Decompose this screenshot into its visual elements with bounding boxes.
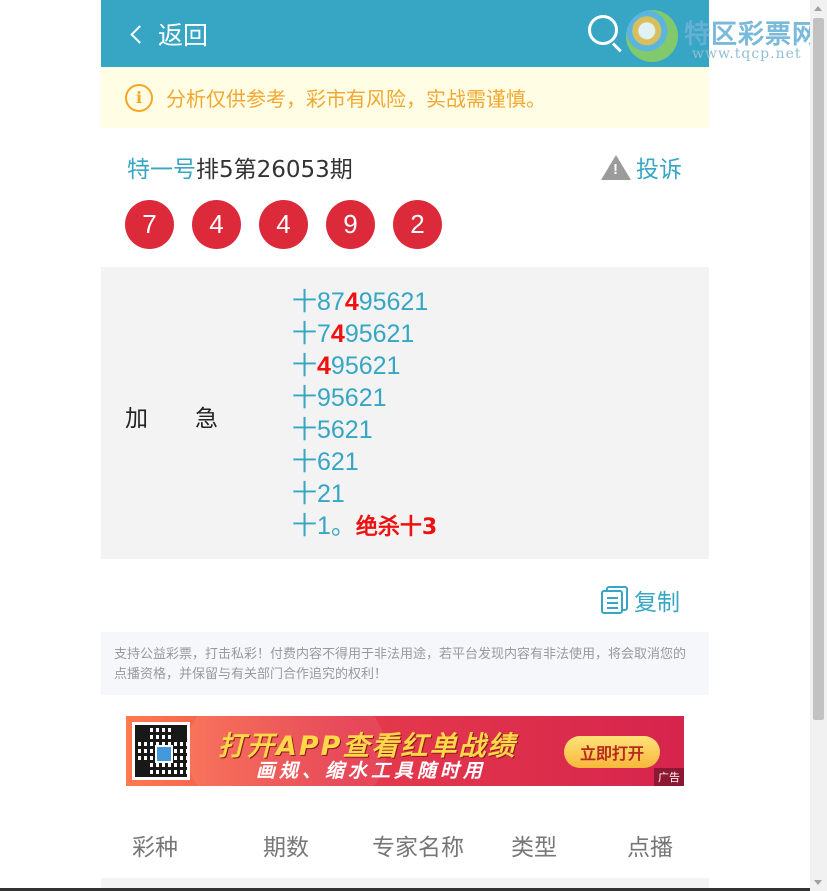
scroll-up-icon[interactable] (814, 6, 822, 11)
table-header: 彩种 期数 专家名称 类型 点播 (101, 816, 709, 872)
copy-button[interactable]: 复制 (601, 583, 680, 617)
plan-line: 十95621 (292, 384, 387, 412)
table-header-cell: 类型 (511, 835, 557, 861)
draw-result-balls: 7 4 4 9 2 (101, 198, 709, 267)
table-header-cell: 期数 (263, 835, 309, 861)
warning-icon (601, 154, 631, 180)
plan-line: 十495621 (292, 352, 401, 380)
copy-label: 复制 (634, 590, 680, 616)
info-icon: i (125, 83, 153, 112)
result-ball: 4 (259, 200, 308, 249)
result-ball: 2 (393, 200, 442, 249)
app-ad-banner[interactable]: 打开APP查看红单战绩 画规、缩水工具随时用 立即打开 广告 (126, 716, 684, 786)
page: 返回 i 分析仅供参考，彩市有风险，实战需谨慎。 特一号排5第26053期 投诉… (0, 0, 827, 891)
result-ball: 7 (125, 200, 174, 249)
search-button[interactable] (588, 15, 624, 53)
issue-title-row: 特一号排5第26053期 投诉 (101, 128, 709, 198)
table-header-cell: 专家名称 (372, 835, 464, 861)
plan-line: 十7495621 (292, 320, 415, 348)
disclaimer-text: 支持公益彩票，打击私彩！付费内容不得用于非法用途，若平台发现内容有非法使用，将会… (101, 632, 709, 695)
back-button[interactable]: 返回 (129, 17, 208, 51)
ad-open-button[interactable]: 立即打开 (564, 736, 660, 768)
table-header-cell: 点播 (627, 835, 673, 861)
scrollbar[interactable] (810, 0, 827, 891)
plan-line: 十621 (292, 448, 359, 476)
result-ball: 4 (192, 200, 241, 249)
qr-code-icon (132, 722, 190, 780)
content-column: 返回 i 分析仅供参考，彩市有风险，实战需谨慎。 特一号排5第26053期 投诉… (101, 0, 709, 891)
chevron-left-icon (130, 24, 149, 44)
table-header-cell: 彩种 (132, 835, 178, 861)
top-bar: 返回 (101, 0, 709, 67)
complain-label: 投诉 (636, 157, 682, 183)
ad-tag: 广告 (654, 768, 684, 786)
result-ball: 9 (326, 200, 375, 249)
risk-notice: i 分析仅供参考，彩市有风险，实战需谨慎。 (101, 67, 709, 128)
search-icon (588, 15, 618, 45)
copy-row: 复制 (101, 559, 709, 632)
complain-button[interactable]: 投诉 (601, 150, 682, 184)
kill-text: 绝杀十3 (355, 515, 438, 540)
scroll-down-icon[interactable] (814, 880, 822, 885)
back-label: 返回 (158, 21, 209, 50)
plan-line: 十21 (292, 480, 345, 508)
ad-subtitle: 画规、缩水工具随时用 (256, 760, 487, 782)
scrollbar-thumb[interactable] (813, 18, 824, 720)
plan-line: 十87495621 (292, 288, 429, 316)
plan-label: 加急 (125, 406, 218, 432)
page-title: 特一号排5第26053期 (127, 150, 353, 184)
notice-text: 分析仅供参考，彩市有风险，实战需谨慎。 (166, 87, 546, 111)
plan-line: 十1。绝杀十3 (292, 512, 438, 540)
expert-name-link[interactable]: 特一号 (127, 157, 196, 183)
issue-title: 排5第26053期 (196, 157, 353, 183)
plan-line: 十5621 (292, 416, 373, 444)
copy-icon (601, 586, 629, 614)
plan-content: 十87495621 十7495621 十495621 十95621 十5621 … (292, 286, 437, 544)
plan-box: 加急 十87495621 十7495621 十495621 十95621 十56… (101, 267, 709, 559)
